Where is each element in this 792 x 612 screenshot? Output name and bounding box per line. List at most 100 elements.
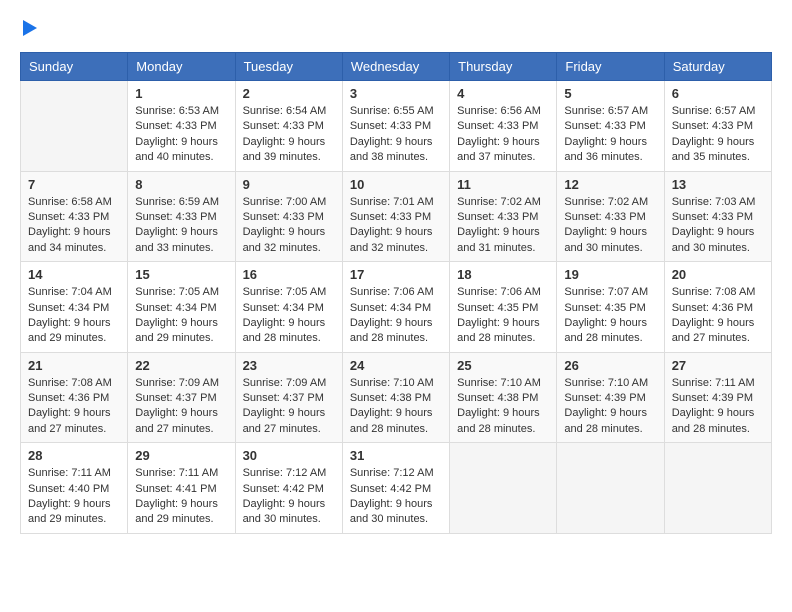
logo: [20, 20, 37, 36]
calendar-col-header: Friday: [557, 53, 664, 81]
calendar-cell: 14 Sunrise: 7:04 AM Sunset: 4:34 PM Dayli…: [21, 262, 128, 353]
day-info: Sunrise: 7:09 AM Sunset: 4:37 PM Dayligh…: [243, 376, 335, 438]
day-number: 9: [243, 177, 335, 192]
calendar-cell: 6 Sunrise: 6:57 AM Sunset: 4:33 PM Daylig…: [664, 81, 771, 172]
day-info: Sunrise: 7:11 AM Sunset: 4:41 PM Dayligh…: [135, 466, 227, 528]
calendar-cell: 26 Sunrise: 7:10 AM Sunset: 4:39 PM Dayli…: [557, 352, 664, 443]
day-number: 29: [135, 448, 227, 463]
calendar-cell: 12 Sunrise: 7:02 AM Sunset: 4:33 PM Dayli…: [557, 171, 664, 262]
calendar-table: SundayMondayTuesdayWednesdayThursdayFrid…: [20, 52, 772, 534]
day-info: Sunrise: 6:53 AM Sunset: 4:33 PM Dayligh…: [135, 104, 227, 166]
day-info: Sunrise: 7:03 AM Sunset: 4:33 PM Dayligh…: [672, 195, 764, 257]
calendar-header: SundayMondayTuesdayWednesdayThursdayFrid…: [21, 53, 772, 81]
day-number: 31: [350, 448, 442, 463]
day-info: Sunrise: 6:55 AM Sunset: 4:33 PM Dayligh…: [350, 104, 442, 166]
calendar-week-row: 21 Sunrise: 7:08 AM Sunset: 4:36 PM Dayli…: [21, 352, 772, 443]
day-number: 20: [672, 267, 764, 282]
day-number: 5: [564, 86, 656, 101]
calendar-cell: 13 Sunrise: 7:03 AM Sunset: 4:33 PM Dayli…: [664, 171, 771, 262]
day-info: Sunrise: 7:10 AM Sunset: 4:39 PM Dayligh…: [564, 376, 656, 438]
day-info: Sunrise: 6:57 AM Sunset: 4:33 PM Dayligh…: [564, 104, 656, 166]
calendar-cell: [557, 443, 664, 534]
calendar-cell: 1 Sunrise: 6:53 AM Sunset: 4:33 PM Daylig…: [128, 81, 235, 172]
day-number: 16: [243, 267, 335, 282]
calendar-cell: 2Sunrise: 6:54 AM Sunset: 4:33 PM Daylig…: [235, 81, 342, 172]
calendar-cell: 28 Sunrise: 7:11 AM Sunset: 4:40 PM Dayli…: [21, 443, 128, 534]
day-info: Sunrise: 7:11 AM Sunset: 4:39 PM Dayligh…: [672, 376, 764, 438]
calendar-cell: 19 Sunrise: 7:07 AM Sunset: 4:35 PM Dayli…: [557, 262, 664, 353]
day-info: Sunrise: 7:12 AM Sunset: 4:42 PM Dayligh…: [350, 466, 442, 528]
calendar-week-row: 14 Sunrise: 7:04 AM Sunset: 4:34 PM Dayli…: [21, 262, 772, 353]
day-info: Sunrise: 6:58 AM Sunset: 4:33 PM Dayligh…: [28, 195, 120, 257]
day-number: 1: [135, 86, 227, 101]
calendar-cell: 15 Sunrise: 7:05 AM Sunset: 4:34 PM Dayli…: [128, 262, 235, 353]
day-number: 19: [564, 267, 656, 282]
calendar-cell: 30Sunrise: 7:12 AM Sunset: 4:42 PM Dayli…: [235, 443, 342, 534]
day-info: Sunrise: 7:08 AM Sunset: 4:36 PM Dayligh…: [28, 376, 120, 438]
calendar-cell: 8 Sunrise: 6:59 AM Sunset: 4:33 PM Daylig…: [128, 171, 235, 262]
day-info: Sunrise: 7:08 AM Sunset: 4:36 PM Dayligh…: [672, 285, 764, 347]
calendar-cell: 11 Sunrise: 7:02 AM Sunset: 4:33 PM Dayli…: [450, 171, 557, 262]
day-number: 25: [457, 358, 549, 373]
logo-arrow-icon: [23, 20, 37, 36]
day-info: Sunrise: 7:02 AM Sunset: 4:33 PM Dayligh…: [457, 195, 549, 257]
calendar-cell: 16 Sunrise: 7:05 AM Sunset: 4:34 PM Dayli…: [235, 262, 342, 353]
calendar-cell: [450, 443, 557, 534]
calendar-week-row: 28 Sunrise: 7:11 AM Sunset: 4:40 PM Dayli…: [21, 443, 772, 534]
day-info: Sunrise: 6:54 AM Sunset: 4:33 PM Dayligh…: [243, 104, 335, 166]
day-number: 12: [564, 177, 656, 192]
day-number: 23: [243, 358, 335, 373]
day-number: 10: [350, 177, 442, 192]
day-info: Sunrise: 7:06 AM Sunset: 4:35 PM Dayligh…: [457, 285, 549, 347]
day-number: 13: [672, 177, 764, 192]
day-info: Sunrise: 7:05 AM Sunset: 4:34 PM Dayligh…: [135, 285, 227, 347]
calendar-body: 1 Sunrise: 6:53 AM Sunset: 4:33 PM Daylig…: [21, 81, 772, 534]
calendar-cell: 31 Sunrise: 7:12 AM Sunset: 4:42 PM Dayli…: [342, 443, 449, 534]
day-info: Sunrise: 6:56 AM Sunset: 4:33 PM Dayligh…: [457, 104, 549, 166]
day-number: 4: [457, 86, 549, 101]
calendar-cell: 7 Sunrise: 6:58 AM Sunset: 4:33 PM Daylig…: [21, 171, 128, 262]
day-number: 28: [28, 448, 120, 463]
calendar-cell: 4 Sunrise: 6:56 AM Sunset: 4:33 PM Daylig…: [450, 81, 557, 172]
day-number: 27: [672, 358, 764, 373]
calendar-cell: 27 Sunrise: 7:11 AM Sunset: 4:39 PM Dayli…: [664, 352, 771, 443]
calendar-col-header: Thursday: [450, 53, 557, 81]
calendar-col-header: Sunday: [21, 53, 128, 81]
day-number: 14: [28, 267, 120, 282]
day-info: Sunrise: 7:01 AM Sunset: 4:33 PM Dayligh…: [350, 195, 442, 257]
day-info: Sunrise: 7:00 AM Sunset: 4:33 PM Dayligh…: [243, 195, 335, 257]
day-number: 8: [135, 177, 227, 192]
day-info: Sunrise: 7:06 AM Sunset: 4:34 PM Dayligh…: [350, 285, 442, 347]
calendar-cell: 9 Sunrise: 7:00 AM Sunset: 4:33 PM Daylig…: [235, 171, 342, 262]
day-number: 11: [457, 177, 549, 192]
day-info: Sunrise: 7:11 AM Sunset: 4:40 PM Dayligh…: [28, 466, 120, 528]
day-info: Sunrise: 6:57 AM Sunset: 4:33 PM Dayligh…: [672, 104, 764, 166]
calendar-cell: 25 Sunrise: 7:10 AM Sunset: 4:38 PM Dayli…: [450, 352, 557, 443]
day-info: Sunrise: 7:09 AM Sunset: 4:37 PM Dayligh…: [135, 376, 227, 438]
day-number: 18: [457, 267, 549, 282]
calendar-col-header: Tuesday: [235, 53, 342, 81]
day-number: 30: [243, 448, 335, 463]
calendar-cell: 23 Sunrise: 7:09 AM Sunset: 4:37 PM Dayli…: [235, 352, 342, 443]
calendar-week-row: 7 Sunrise: 6:58 AM Sunset: 4:33 PM Daylig…: [21, 171, 772, 262]
day-info: Sunrise: 7:02 AM Sunset: 4:33 PM Dayligh…: [564, 195, 656, 257]
day-info: Sunrise: 6:59 AM Sunset: 4:33 PM Dayligh…: [135, 195, 227, 257]
day-number: 26: [564, 358, 656, 373]
day-number: 6: [672, 86, 764, 101]
calendar-cell: 29 Sunrise: 7:11 AM Sunset: 4:41 PM Dayli…: [128, 443, 235, 534]
day-info: Sunrise: 7:04 AM Sunset: 4:34 PM Dayligh…: [28, 285, 120, 347]
day-info: Sunrise: 7:07 AM Sunset: 4:35 PM Dayligh…: [564, 285, 656, 347]
calendar-cell: 20 Sunrise: 7:08 AM Sunset: 4:36 PM Dayli…: [664, 262, 771, 353]
day-number: 3: [350, 86, 442, 101]
calendar-cell: 24 Sunrise: 7:10 AM Sunset: 4:38 PM Dayli…: [342, 352, 449, 443]
calendar-col-header: Monday: [128, 53, 235, 81]
calendar-cell: 10 Sunrise: 7:01 AM Sunset: 4:33 PM Dayli…: [342, 171, 449, 262]
day-info: Sunrise: 7:10 AM Sunset: 4:38 PM Dayligh…: [350, 376, 442, 438]
day-info: Sunrise: 7:05 AM Sunset: 4:34 PM Dayligh…: [243, 285, 335, 347]
day-number: 15: [135, 267, 227, 282]
calendar-cell: 18 Sunrise: 7:06 AM Sunset: 4:35 PM Dayli…: [450, 262, 557, 353]
day-number: 7: [28, 177, 120, 192]
day-number: 24: [350, 358, 442, 373]
day-number: 21: [28, 358, 120, 373]
day-info: Sunrise: 7:10 AM Sunset: 4:38 PM Dayligh…: [457, 376, 549, 438]
